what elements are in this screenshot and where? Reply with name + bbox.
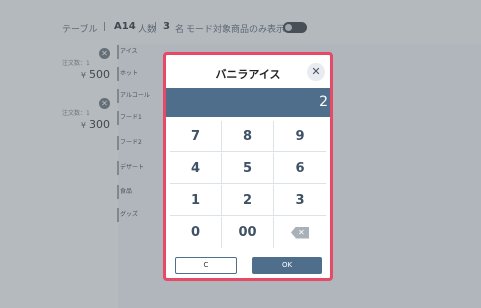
close-icon[interactable]: ✕ (307, 63, 325, 81)
key-1[interactable]: 1 (170, 185, 222, 216)
key-9[interactable]: 9 (274, 121, 326, 152)
dialog-title: バニラアイス (215, 68, 281, 81)
key-4[interactable]: 4 (170, 153, 222, 184)
key-3[interactable]: 3 (274, 185, 326, 216)
key-2[interactable]: 2 (222, 185, 274, 216)
key-7[interactable]: 7 (170, 121, 222, 152)
backspace-icon (291, 226, 309, 239)
key-8[interactable]: 8 (222, 121, 274, 152)
numeric-keypad: 7 8 9 4 5 6 1 2 3 0 00 (170, 121, 326, 248)
ok-button[interactable]: OK (252, 257, 322, 274)
backspace-button[interactable] (274, 217, 326, 248)
quantity-dialog: バニラアイス ✕ 2 7 8 9 4 5 6 1 2 3 0 00 C OK (163, 52, 333, 281)
quantity-display: 2 (166, 88, 330, 117)
key-00[interactable]: 00 (222, 217, 274, 248)
key-6[interactable]: 6 (274, 153, 326, 184)
key-5[interactable]: 5 (222, 153, 274, 184)
clear-button[interactable]: C (175, 257, 237, 274)
key-0[interactable]: 0 (170, 217, 222, 248)
